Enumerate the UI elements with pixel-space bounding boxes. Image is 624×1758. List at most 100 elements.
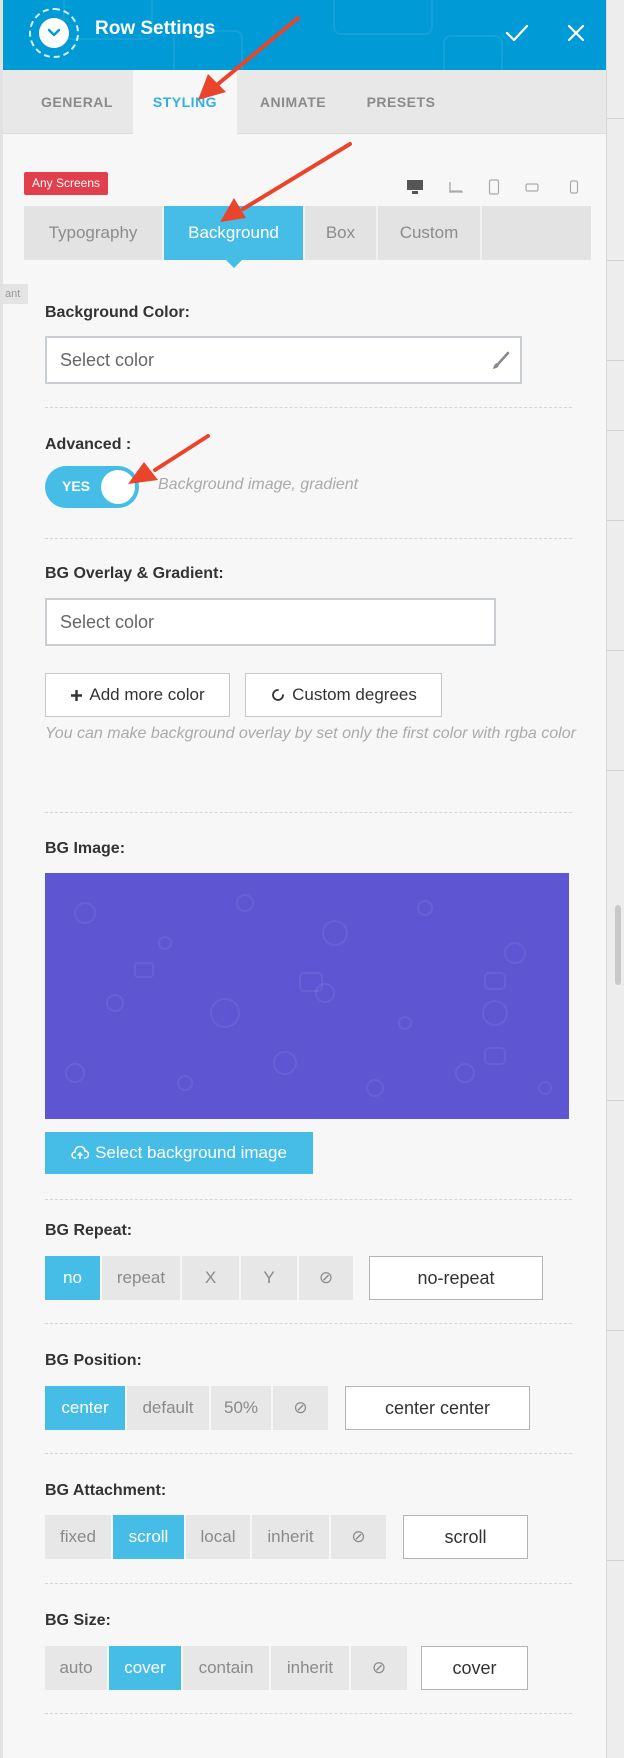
section-divider	[45, 407, 572, 408]
collapse-button[interactable]	[29, 8, 79, 58]
overlay-color-input[interactable]: Select color	[45, 598, 496, 646]
any-screens-badge[interactable]: Any Screens	[24, 172, 109, 195]
advanced-toggle[interactable]: YES	[45, 466, 139, 508]
panel-header: Row Settings	[3, 0, 606, 70]
section-divider	[45, 1199, 572, 1200]
custom-degrees-label: Custom degrees	[292, 685, 417, 704]
header-decoration	[443, 35, 503, 70]
custom-degrees-button[interactable]: Custom degrees	[245, 673, 442, 717]
bg-image-preview[interactable]	[45, 873, 569, 1119]
device-tablet[interactable]	[480, 176, 508, 198]
bg-position-label: BG Position:	[45, 1352, 142, 1369]
bg-size-value[interactable]: cover	[421, 1646, 528, 1690]
device-phone[interactable]	[560, 176, 588, 198]
subtab-box[interactable]: Box	[305, 206, 378, 260]
refresh-icon	[272, 689, 285, 701]
strip-divider	[607, 520, 624, 521]
bg-repeat-value[interactable]: no-repeat	[369, 1256, 543, 1300]
confirm-button[interactable]	[502, 18, 532, 48]
bg-repeat-option-no[interactable]: no	[45, 1256, 100, 1300]
strip-divider	[607, 260, 624, 261]
close-button[interactable]	[561, 18, 591, 48]
desktop-icon	[407, 180, 423, 194]
bg-repeat-option-x[interactable]: X	[182, 1256, 239, 1300]
tablet-landscape-icon	[525, 183, 539, 192]
background-page-strip	[606, 0, 624, 1758]
section-divider	[45, 1323, 572, 1324]
subtab-custom[interactable]: Custom	[378, 206, 482, 260]
strip-divider	[607, 770, 624, 771]
header-decoration	[333, 0, 433, 35]
subtab-background[interactable]: Background	[164, 206, 305, 268]
close-icon	[567, 24, 585, 42]
bg-attachment-option-scroll[interactable]: scroll	[113, 1515, 184, 1559]
tablet-icon	[488, 179, 500, 195]
bg-image-label: BG Image:	[45, 840, 126, 857]
section-divider	[45, 812, 572, 813]
bg-size-option-inherit[interactable]: inherit	[271, 1646, 349, 1690]
overlay-label: BG Overlay & Gradient:	[45, 565, 224, 582]
bg-repeat-option-repeat[interactable]: repeat	[102, 1256, 180, 1300]
bg-size-option-none[interactable]: ⊘	[351, 1646, 407, 1690]
plus-icon	[71, 689, 83, 701]
bg-repeat-label: BG Repeat:	[45, 1222, 133, 1239]
add-more-color-button[interactable]: Add more color	[45, 673, 230, 717]
tab-general[interactable]: GENERAL	[21, 70, 133, 134]
bg-attachment-label: BG Attachment:	[45, 1482, 167, 1499]
subtab-typography[interactable]: Typography	[24, 206, 164, 260]
strip-divider	[607, 118, 624, 119]
strip-divider	[607, 430, 624, 431]
section-divider	[45, 1713, 572, 1714]
bg-attachment-option-local[interactable]: local	[186, 1515, 250, 1559]
overlay-color-placeholder: Select color	[60, 612, 155, 632]
tab-animate[interactable]: ANIMATE	[239, 70, 347, 134]
device-laptop[interactable]	[442, 176, 470, 198]
section-divider	[45, 1583, 572, 1584]
laptop-icon	[449, 182, 463, 193]
brush-icon	[493, 351, 510, 369]
styling-sub-tabs: Typography Background Box Custom	[24, 206, 591, 268]
bg-attachment-option-none[interactable]: ⊘	[331, 1515, 386, 1559]
check-icon	[505, 24, 529, 42]
bg-attachment-option-fixed[interactable]: fixed	[45, 1515, 111, 1559]
background-color-input[interactable]: Select color	[45, 336, 522, 384]
background-color-placeholder: Select color	[60, 350, 155, 370]
advanced-description: Background image, gradient	[158, 476, 359, 493]
strip-divider	[607, 360, 624, 361]
chevron-down-icon	[47, 28, 61, 37]
strip-divider	[607, 1100, 624, 1101]
background-color-label: Background Color:	[45, 304, 190, 321]
tab-styling[interactable]: STYLING	[133, 70, 237, 135]
bg-position-option-none[interactable]: ⊘	[273, 1386, 328, 1430]
bg-position-option-default[interactable]: default	[127, 1386, 209, 1430]
bg-size-label: BG Size:	[45, 1612, 111, 1629]
bg-attachment-value[interactable]: scroll	[403, 1515, 528, 1559]
section-divider	[45, 1453, 572, 1454]
section-divider	[45, 538, 572, 539]
panel-title: Row Settings	[95, 18, 216, 39]
overlay-hint: You can make background overlay by set o…	[45, 725, 576, 742]
device-desktop[interactable]	[401, 176, 429, 198]
cloud-upload-icon	[71, 1146, 90, 1159]
select-background-image-button[interactable]: Select background image	[45, 1132, 313, 1174]
bg-position-option-center[interactable]: center	[45, 1386, 125, 1430]
select-background-image-label: Select background image	[95, 1143, 287, 1162]
bg-position-option-50[interactable]: 50%	[211, 1386, 271, 1430]
bg-position-value[interactable]: center center	[345, 1386, 530, 1430]
toggle-knob	[101, 470, 135, 504]
advanced-label: Advanced :	[45, 436, 132, 453]
strip-divider	[607, 1560, 624, 1561]
toggle-text: YES	[62, 478, 91, 494]
phone-icon	[569, 180, 579, 194]
bg-size-option-auto[interactable]: auto	[45, 1646, 107, 1690]
bg-repeat-option-none[interactable]: ⊘	[299, 1256, 353, 1300]
page-scrollbar[interactable]	[615, 905, 621, 985]
bg-repeat-option-y[interactable]: Y	[241, 1256, 297, 1300]
bg-attachment-option-inherit[interactable]: inherit	[252, 1515, 329, 1559]
bg-size-option-contain[interactable]: contain	[183, 1646, 269, 1690]
strip-divider	[607, 1330, 624, 1331]
strip-divider	[607, 650, 624, 651]
device-tablet-landscape[interactable]	[518, 176, 546, 198]
bg-size-option-cover[interactable]: cover	[109, 1646, 181, 1690]
tab-presets[interactable]: PRESETS	[347, 70, 455, 134]
